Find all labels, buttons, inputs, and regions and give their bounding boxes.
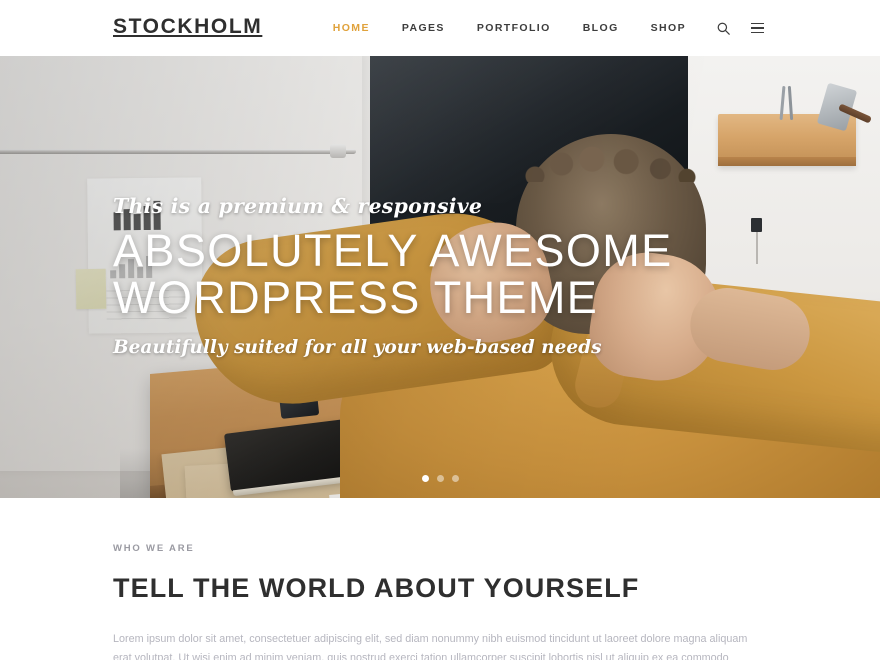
hero-title-line-2: WORDPRESS THEME bbox=[113, 272, 599, 323]
nav-item-home[interactable]: HOME bbox=[317, 0, 386, 56]
page-title: TELL THE WORLD ABOUT YOURSELF bbox=[113, 573, 640, 603]
page-root: STOCKHOLM HOME PAGES PORTFOLIO BLOG SHOP bbox=[0, 0, 880, 660]
hero-copy-block: This is a premium & responsive ABSOLUTEL… bbox=[113, 194, 673, 358]
hero-subtitle: Beautifully suited for all your web-base… bbox=[113, 337, 602, 358]
site-header: STOCKHOLM HOME PAGES PORTFOLIO BLOG SHOP bbox=[0, 0, 880, 56]
slider-dot-1[interactable] bbox=[421, 475, 429, 482]
slider-pagination bbox=[0, 475, 880, 482]
site-logo[interactable]: STOCKHOLM bbox=[113, 16, 262, 37]
hamburger-menu-icon[interactable] bbox=[746, 0, 768, 56]
search-icon[interactable] bbox=[712, 0, 734, 56]
main-navigation: HOME PAGES PORTFOLIO BLOG SHOP bbox=[317, 0, 768, 56]
about-section: WHO WE ARE TELL THE WORLD ABOUT YOURSELF… bbox=[0, 498, 880, 660]
hero-title-line-1: ABSOLUTELY AWESOME bbox=[113, 225, 673, 276]
about-body-text: Lorem ipsum dolor sit amet, consectetuer… bbox=[113, 633, 748, 660]
hero-slider: This is a premium & responsive ABSOLUTEL… bbox=[0, 56, 880, 498]
nav-item-pages[interactable]: PAGES bbox=[386, 0, 461, 56]
hero-eyebrow: This is a premium & responsive bbox=[113, 194, 483, 218]
section-eyebrow-label: WHO WE ARE bbox=[113, 543, 195, 554]
nav-item-shop[interactable]: SHOP bbox=[635, 0, 702, 56]
slider-dot-3[interactable] bbox=[451, 475, 459, 482]
nav-item-portfolio[interactable]: PORTFOLIO bbox=[461, 0, 567, 56]
slider-dot-2[interactable] bbox=[436, 475, 444, 482]
nav-item-blog[interactable]: BLOG bbox=[567, 0, 635, 56]
